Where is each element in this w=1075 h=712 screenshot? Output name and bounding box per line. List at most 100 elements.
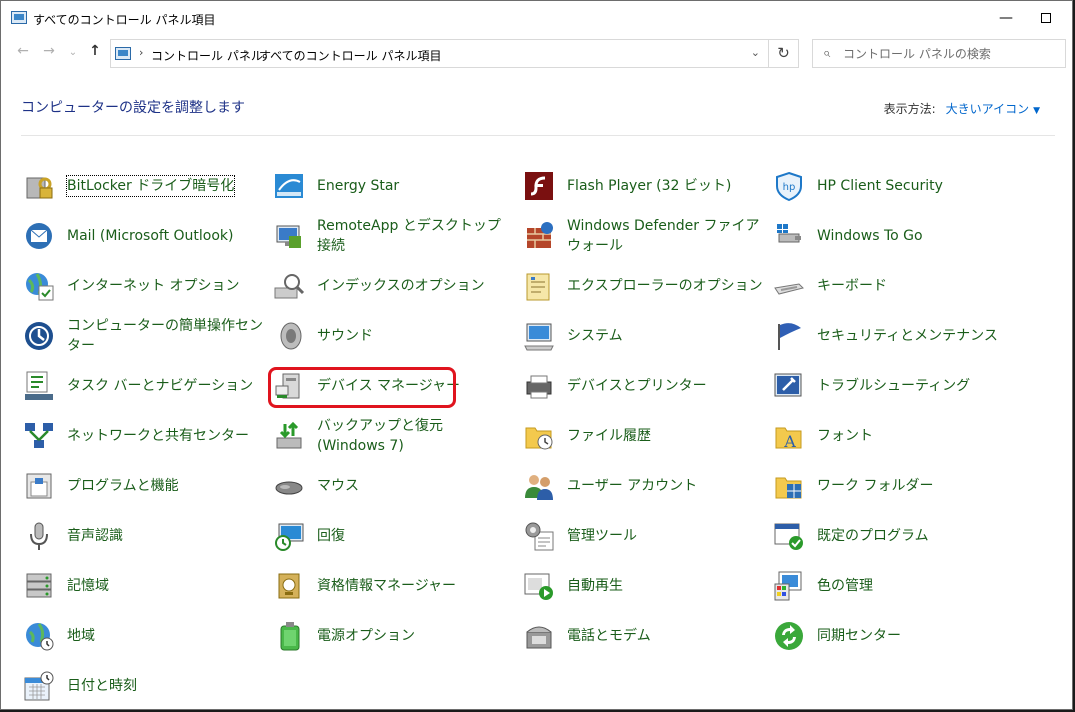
cpl-item-text: セキュリティとメンテナンス <box>817 328 998 344</box>
cpl-item-label: エクスプローラーのオプション <box>567 264 763 308</box>
cpl-item[interactable]: 色の管理 <box>773 564 1013 608</box>
programs-icon <box>23 470 55 502</box>
cpl-item[interactable]: インターネット オプション <box>23 264 263 308</box>
cpl-item-text: デバイスとプリンター <box>567 378 707 394</box>
cpl-item[interactable]: コンピューターの簡単操作センター <box>23 314 263 358</box>
cpl-item-text: システム <box>567 328 623 344</box>
cpl-item-text: バックアップと復元 (Windows 7) <box>317 418 443 454</box>
cpl-item[interactable]: プログラムと機能 <box>23 464 263 508</box>
control-panel-icon <box>11 11 27 24</box>
cpl-item-text: 電話とモデム <box>567 628 651 644</box>
cpl-item-label: 電源オプション <box>317 614 513 658</box>
cpl-item[interactable]: インデックスのオプション <box>273 264 513 308</box>
recent-locations-button[interactable]: ⌄ <box>63 47 83 58</box>
search-input[interactable] <box>843 44 1057 63</box>
cpl-item[interactable]: セキュリティとメンテナンス <box>773 314 1013 358</box>
cpl-item-text: Energy Star <box>317 178 400 194</box>
cpl-item-label: 管理ツール <box>567 514 763 558</box>
view-by: 表示方法: 大きいアイコン ▼ <box>884 100 1040 117</box>
cpl-item[interactable]: hp HP Client Security <box>773 164 1013 208</box>
recovery-icon <box>273 520 305 552</box>
cpl-item-text: コンピューターの簡単操作センター <box>67 318 263 354</box>
search-icon: ⌕ <box>823 46 831 61</box>
system-icon <box>523 320 555 352</box>
cpl-item-label: RemoteApp とデスクトップ接続 <box>317 214 513 258</box>
cpl-item[interactable]: Windows Defender ファイアウォール <box>523 214 763 258</box>
maximize-button[interactable] <box>1026 5 1066 31</box>
cpl-item[interactable]: Flash Player (32 ビット) <box>523 164 763 208</box>
cpl-item[interactable]: RemoteApp とデスクトップ接続 <box>273 214 513 258</box>
internet-options-icon <box>23 270 55 302</box>
cpl-item-text: 地域 <box>67 628 95 644</box>
cpl-item[interactable]: Mail (Microsoft Outlook) <box>23 214 263 258</box>
cpl-item-label: ユーザー アカウント <box>567 464 763 508</box>
cpl-item[interactable]: 電源オプション <box>273 614 513 658</box>
cpl-item[interactable]: Windows To Go <box>773 214 1013 258</box>
cpl-item[interactable]: BitLocker ドライブ暗号化 <box>23 164 263 208</box>
cpl-item[interactable]: 自動再生 <box>523 564 763 608</box>
remoteapp-icon <box>273 220 305 252</box>
cpl-item[interactable]: 管理ツール <box>523 514 763 558</box>
chevron-right-icon[interactable]: › <box>245 46 249 59</box>
cpl-item[interactable]: 音声認識 <box>23 514 263 558</box>
breadcrumb-all-items[interactable]: すべてのコントロール パネル項目 <box>259 47 442 64</box>
cpl-item-label: 自動再生 <box>567 564 763 608</box>
address-bar[interactable]: › コントロール パネル › すべてのコントロール パネル項目 ⌄ <box>110 39 769 68</box>
refresh-button[interactable]: ↻ <box>769 39 799 68</box>
cpl-item[interactable]: 既定のプログラム <box>773 514 1013 558</box>
minimize-button[interactable]: — <box>986 5 1026 31</box>
search-box[interactable]: ⌕ <box>812 39 1066 68</box>
cpl-item-text: 自動再生 <box>567 578 623 594</box>
cpl-item[interactable]: 資格情報マネージャー <box>273 564 513 608</box>
cpl-item[interactable]: ワーク フォルダー <box>773 464 1013 508</box>
cpl-item[interactable]: 日付と時刻 <box>23 664 263 708</box>
forward-button[interactable]: → <box>39 43 59 59</box>
cpl-item-text: Windows Defender ファイアウォール <box>567 218 760 254</box>
cpl-item-label: マウス <box>317 464 513 508</box>
back-button[interactable]: ← <box>13 43 33 59</box>
cpl-item[interactable]: 電話とモデム <box>523 614 763 658</box>
cpl-item[interactable]: 記憶域 <box>23 564 263 608</box>
cpl-item-text: Mail (Microsoft Outlook) <box>67 228 234 244</box>
cpl-item-label: Energy Star <box>317 164 513 208</box>
cpl-item[interactable]: キーボード <box>773 264 1013 308</box>
view-by-dropdown[interactable]: 大きいアイコン <box>946 102 1029 116</box>
cpl-item-label: プログラムと機能 <box>67 464 263 508</box>
cpl-item[interactable]: Energy Star <box>273 164 513 208</box>
cpl-item[interactable]: デバイスとプリンター <box>523 364 763 408</box>
cpl-item[interactable]: エクスプローラーのオプション <box>523 264 763 308</box>
cpl-item-text: 電源オプション <box>317 628 415 644</box>
cpl-item-label: フォント <box>817 414 1013 458</box>
cpl-item[interactable]: マウス <box>273 464 513 508</box>
cpl-item[interactable]: ファイル履歴 <box>523 414 763 458</box>
cpl-item-text: RemoteApp とデスクトップ接続 <box>317 218 501 254</box>
cpl-item-label: インターネット オプション <box>67 264 263 308</box>
cpl-item-label: ネットワークと共有センター <box>67 414 263 458</box>
cpl-item-text: サウンド <box>317 328 373 344</box>
cpl-item[interactable]: 同期センター <box>773 614 1013 658</box>
cpl-item[interactable]: 回復 <box>273 514 513 558</box>
cpl-item[interactable]: サウンド <box>273 314 513 358</box>
cpl-item[interactable]: ユーザー アカウント <box>523 464 763 508</box>
default-programs-icon <box>773 520 805 552</box>
chevron-down-icon[interactable]: ⌄ <box>751 46 760 59</box>
cpl-item-label: Flash Player (32 ビット) <box>567 164 763 208</box>
cpl-item-text: ファイル履歴 <box>567 428 651 444</box>
cpl-item[interactable]: ネットワークと共有センター <box>23 414 263 458</box>
taskbar-icon <box>23 370 55 402</box>
address-row: ← → ⌄ ↑ › コントロール パネル › すべてのコントロール パネル項目 … <box>1 35 1072 71</box>
cpl-item[interactable]: A フォント <box>773 414 1013 458</box>
cpl-item[interactable]: 地域 <box>23 614 263 658</box>
cpl-item[interactable]: バックアップと復元 (Windows 7) <box>273 414 513 458</box>
up-button[interactable]: ↑ <box>85 43 105 59</box>
cpl-item-label: 日付と時刻 <box>67 664 263 708</box>
cpl-item[interactable]: トラブルシューティング <box>773 364 1013 408</box>
page-title: コンピューターの設定を調整します <box>21 100 245 116</box>
chevron-down-icon[interactable]: ▼ <box>1033 106 1040 116</box>
sound-icon <box>273 320 305 352</box>
cpl-item[interactable]: システム <box>523 314 763 358</box>
chevron-right-icon[interactable]: › <box>139 46 143 59</box>
svg-text:hp: hp <box>783 182 796 193</box>
maximize-icon <box>1041 13 1051 23</box>
cpl-item[interactable]: タスク バーとナビゲーション <box>23 364 263 408</box>
